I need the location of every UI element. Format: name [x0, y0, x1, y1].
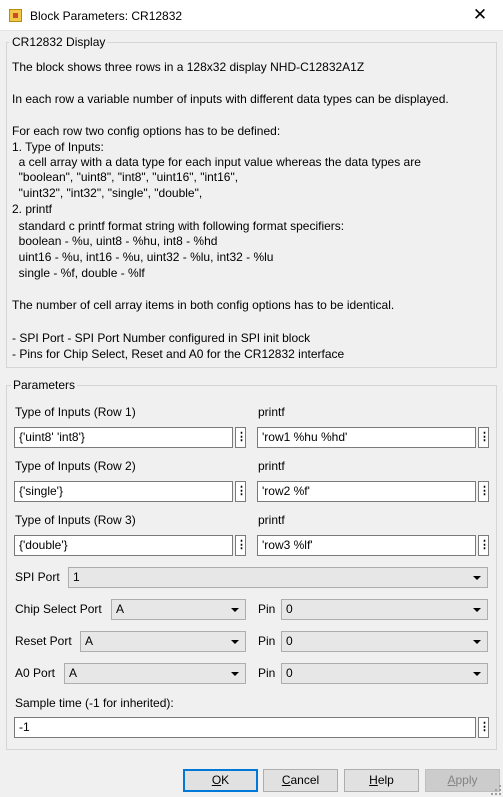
description-line: The block shows three rows in a 128x32 d…: [12, 60, 365, 74]
description-group-label: CR12832 Display: [10, 35, 108, 49]
reset-port-select[interactable]: A: [80, 631, 246, 652]
reset-pin-value: 0: [286, 634, 293, 648]
chip-select-pin-value: 0: [286, 602, 293, 616]
help-button[interactable]: Help: [344, 769, 419, 792]
ok-button[interactable]: OK: [183, 769, 258, 792]
reset-port-label: Reset Port: [15, 634, 72, 648]
spi-port-select[interactable]: 1: [68, 567, 488, 588]
simulink-block-icon: [9, 9, 22, 22]
type-of-inputs-row1-input[interactable]: {'uint8' 'int8'}: [14, 427, 233, 448]
description-line: - SPI Port - SPI Port Number configured …: [12, 331, 311, 345]
description-line: single - %f, double - %lf: [12, 266, 145, 280]
chevron-down-icon: [231, 672, 239, 676]
a0-pin-value: 0: [286, 666, 293, 680]
description-line: uint16 - %u, int16 - %u, uint32 - %lu, i…: [12, 250, 274, 264]
more-options-icon[interactable]: ⋮: [478, 717, 490, 738]
a0-pin-label: Pin: [258, 666, 276, 680]
description-line: standard c printf format string with fol…: [12, 219, 345, 233]
description-line: a cell array with a data type for each i…: [12, 155, 421, 169]
printf-row3-input[interactable]: 'row3 %lf': [257, 535, 476, 556]
description-line: In each row a variable number of inputs …: [12, 92, 449, 106]
chevron-down-icon: [473, 672, 481, 676]
chevron-down-icon: [473, 640, 481, 644]
printf-row2-input[interactable]: 'row2 %f': [257, 481, 476, 502]
type-of-inputs-row2-input[interactable]: {'single'}: [14, 481, 233, 502]
more-options-icon[interactable]: ⋮: [235, 481, 247, 502]
description-line: 1. Type of Inputs:: [12, 140, 104, 154]
description-line: "boolean", "uint8", "int8", "uint16", "i…: [12, 170, 239, 184]
printf-row3-label: printf: [258, 513, 285, 527]
cancel-label-rest: ancel: [290, 773, 320, 787]
description-line: The number of cell array items in both c…: [12, 298, 395, 312]
group-border: [6, 42, 9, 43]
chip-select-port-label: Chip Select Port: [15, 602, 102, 616]
apply-button[interactable]: Apply: [425, 769, 500, 792]
chevron-down-icon: [231, 608, 239, 612]
description-line: 2. printf: [12, 202, 53, 216]
description-line: boolean - %u, uint8 - %hu, int8 - %hd: [12, 234, 218, 248]
apply-mnemonic: A: [447, 773, 456, 787]
more-options-icon[interactable]: ⋮: [235, 535, 247, 556]
printf-row1-label: printf: [258, 405, 285, 419]
more-options-icon[interactable]: ⋮: [478, 427, 490, 448]
spi-port-value: 1: [73, 570, 80, 584]
resize-grip-icon[interactable]: [491, 785, 501, 795]
group-border: [98, 42, 497, 43]
chip-select-pin-label: Pin: [258, 602, 276, 616]
a0-port-select[interactable]: A: [64, 663, 246, 684]
type-of-inputs-row3-input[interactable]: {'double'}: [14, 535, 233, 556]
close-button[interactable]: ✕: [457, 0, 503, 30]
spi-port-label: SPI Port: [15, 570, 60, 584]
type-of-inputs-row1-label: Type of Inputs (Row 1): [15, 405, 136, 419]
type-of-inputs-row2-label: Type of Inputs (Row 2): [15, 459, 136, 473]
chevron-down-icon: [473, 576, 481, 580]
reset-pin-label: Pin: [258, 634, 276, 648]
chevron-down-icon: [473, 608, 481, 612]
description-line: "uint32", "int32", "single", "double",: [12, 186, 203, 200]
more-options-icon[interactable]: ⋮: [235, 427, 247, 448]
chip-select-port-value: A: [116, 602, 125, 616]
a0-port-value: A: [69, 666, 78, 680]
type-of-inputs-row3-label: Type of Inputs (Row 3): [15, 513, 136, 527]
reset-pin-select[interactable]: 0: [281, 631, 488, 652]
sample-time-label: Sample time (-1 for inherited):: [15, 696, 174, 710]
apply-label-rest: pply: [455, 773, 478, 787]
printf-row2-label: printf: [258, 459, 285, 473]
parameters-group-label: Parameters: [11, 378, 78, 392]
window-title: Block Parameters: CR12832: [30, 9, 183, 23]
reset-port-value: A: [85, 634, 94, 648]
more-options-icon[interactable]: ⋮: [478, 481, 490, 502]
a0-pin-select[interactable]: 0: [281, 663, 488, 684]
ok-mnemonic: O: [211, 773, 222, 787]
chevron-down-icon: [231, 640, 239, 644]
description-line: - Pins for Chip Select, Reset and A0 for…: [12, 347, 345, 361]
chip-select-pin-select[interactable]: 0: [281, 599, 488, 620]
printf-row1-input[interactable]: 'row1 %hu %hd': [257, 427, 476, 448]
help-mnemonic: H: [369, 773, 378, 787]
description-line: For each row two config options has to b…: [12, 124, 281, 138]
title-bar[interactable]: Block Parameters: CR12832 ✕: [0, 0, 503, 31]
cancel-button[interactable]: Cancel: [263, 769, 338, 792]
more-options-icon[interactable]: ⋮: [478, 535, 490, 556]
sample-time-input[interactable]: -1: [14, 717, 476, 738]
help-label-rest: elp: [377, 773, 394, 787]
ok-label-rest: K: [221, 773, 230, 787]
a0-port-label: A0 Port: [15, 666, 56, 680]
chip-select-port-select[interactable]: A: [111, 599, 246, 620]
